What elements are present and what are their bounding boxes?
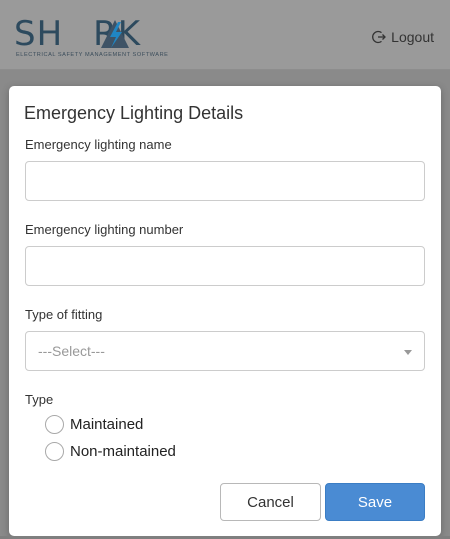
logout-label: Logout	[391, 29, 434, 45]
logo-tagline: ELECTRICAL SAFETY MANAGEMENT SOFTWARE	[16, 52, 169, 58]
shark-logo: SHRK ELECTRICAL SAFETY MANAGEMENT SOFTWA…	[14, 14, 199, 62]
caret-down-icon	[404, 350, 412, 355]
radio-label: Non-maintained	[70, 443, 176, 460]
emergency-lighting-name-input[interactable]	[25, 161, 425, 201]
type-label: Type	[25, 392, 54, 407]
lightning-bolt-icon	[101, 20, 129, 48]
emergency-lighting-modal: Emergency Lighting Details Emergency lig…	[9, 86, 441, 536]
select-value: ---Select---	[38, 343, 105, 359]
emergency-lighting-number-input[interactable]	[25, 246, 425, 286]
radio-circle-icon[interactable]	[45, 442, 64, 461]
logout-button[interactable]: Logout	[372, 29, 434, 45]
logout-icon	[372, 30, 387, 44]
number-label: Emergency lighting number	[25, 222, 184, 237]
fitting-label: Type of fitting	[25, 307, 103, 322]
type-of-fitting-select[interactable]: ---Select---	[25, 331, 425, 371]
modal-title: Emergency Lighting Details	[24, 103, 244, 123]
radio-label: Maintained	[70, 416, 144, 433]
radio-non-maintained[interactable]: Non-maintained	[45, 442, 176, 461]
name-label: Emergency lighting name	[25, 137, 172, 152]
app-header: SHRK ELECTRICAL SAFETY MANAGEMENT SOFTWA…	[0, 0, 450, 70]
save-button[interactable]: Save	[325, 483, 425, 521]
logo-text-left: SH	[14, 14, 64, 54]
radio-maintained[interactable]: Maintained	[45, 415, 143, 434]
radio-circle-icon[interactable]	[45, 415, 64, 434]
cancel-button[interactable]: Cancel	[220, 483, 321, 521]
